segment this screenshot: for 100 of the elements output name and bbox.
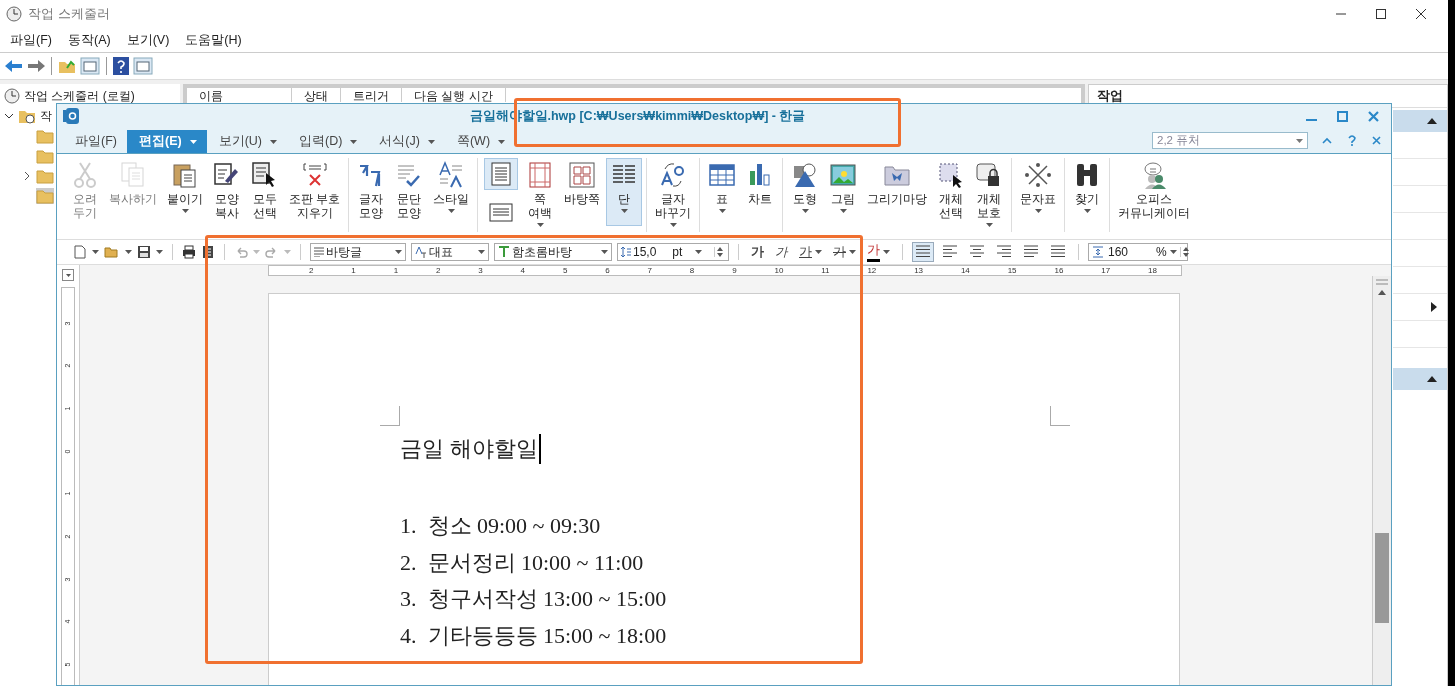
save-icon[interactable] — [137, 245, 151, 259]
format-button[interactable]: 가 — [748, 243, 767, 261]
spin-up-icon[interactable] — [1182, 247, 1189, 251]
help-icon[interactable] — [1348, 135, 1356, 146]
menu-tab[interactable]: 편집(E) — [126, 130, 207, 153]
menu-tab[interactable]: 파일(F) — [63, 130, 127, 153]
back-arrow-icon[interactable] — [5, 59, 23, 73]
copy-icon — [119, 161, 147, 189]
master-page-icon — [568, 161, 597, 189]
submenu-arrow-icon[interactable] — [1431, 302, 1437, 312]
ribbon-button[interactable]: 글자 모양 — [353, 158, 390, 226]
scroll-up-icon[interactable] — [1378, 290, 1386, 295]
ribbon-button[interactable]: 스타일 — [429, 158, 474, 226]
help-icon[interactable] — [113, 57, 129, 75]
format-button[interactable]: 가 — [864, 242, 893, 262]
spin-down-icon[interactable] — [717, 253, 723, 257]
ribbon-button[interactable]: 단 — [606, 158, 643, 226]
spin-up-icon[interactable] — [717, 247, 723, 251]
ribbon-button[interactable]: 그림 — [825, 158, 862, 226]
scissors-icon — [71, 161, 99, 189]
maximize-icon[interactable] — [1376, 9, 1386, 19]
ribbon-button[interactable]: 차트 — [742, 158, 779, 226]
collapse-icon[interactable] — [1427, 376, 1437, 382]
size-icon — [621, 246, 631, 258]
format-button[interactable]: 가 — [772, 243, 791, 261]
ribbon-button[interactable]: 개체 선택 — [933, 158, 970, 226]
column-header[interactable]: 트리거 — [341, 88, 402, 102]
symbol-icon — [1024, 161, 1053, 189]
chevron-down-icon[interactable] — [4, 111, 14, 121]
menu-item[interactable]: 도움말(H) — [185, 31, 242, 49]
vertical-scrollbar[interactable] — [1372, 276, 1391, 685]
align-button[interactable] — [912, 242, 934, 262]
clock-icon — [6, 6, 22, 22]
ruler-toggle-icon[interactable] — [62, 269, 74, 281]
style-dropdown[interactable]: 바탕글 — [310, 243, 406, 261]
spin-down-icon[interactable] — [1182, 253, 1189, 257]
caret-icon — [815, 250, 822, 254]
column-header[interactable]: 다음 실행 시간 — [402, 88, 506, 102]
list-item: 4. 기타등등등 15:00 ~ 18:00 — [400, 621, 668, 650]
caret-icon — [253, 250, 260, 254]
format-button[interactable]: 가 — [796, 243, 825, 261]
forward-arrow-icon[interactable] — [27, 59, 45, 73]
ribbon-button[interactable]: 조판 부호 지우기 — [285, 158, 345, 226]
ribbon-button[interactable]: 표 — [704, 158, 741, 226]
language-dropdown[interactable]: 대표 — [411, 243, 489, 261]
collapse-icon[interactable] — [1427, 118, 1437, 124]
document-heading: 금일 해야할일 — [400, 434, 541, 464]
corner-mark — [1050, 406, 1070, 426]
horizontal-ruler: 2 1 1 2 3 4 5 6 7 8 9 10 11 12 13 14 15 16 17 18 — [268, 265, 1182, 276]
menu-tab[interactable]: 입력(D) — [287, 130, 368, 153]
preview-icon[interactable] — [201, 245, 215, 259]
ribbon-button[interactable]: 바탕쪽 — [560, 158, 605, 226]
ribbon-button[interactable]: 쪽 여백 — [522, 158, 559, 226]
menu-item[interactable]: 파일(F) — [10, 31, 52, 49]
menu-item[interactable]: 동작(A) — [67, 31, 111, 49]
new-document-icon[interactable] — [73, 245, 87, 259]
clipboard-icon — [171, 161, 199, 189]
caret-icon — [536, 223, 544, 227]
ribbon-button[interactable]: 모두 선택 — [247, 158, 283, 226]
ribbon-button[interactable]: 문자표 — [1016, 158, 1061, 226]
ribbon-button[interactable]: 찾기 — [1069, 158, 1106, 226]
ribbon-button[interactable]: 글자 바꾸기 — [651, 158, 696, 226]
ribbon-button[interactable]: 문단 모양 — [391, 158, 428, 226]
ribbon-button[interactable]: 모양 복사 — [209, 158, 245, 226]
font-dropdown[interactable]: 함초롬바탕 — [494, 243, 612, 261]
section-header[interactable] — [1393, 110, 1447, 132]
caret-icon — [1169, 250, 1177, 254]
page-view-button[interactable] — [484, 158, 519, 190]
print-icon[interactable] — [182, 245, 196, 259]
menu-tab[interactable]: 보기(U) — [206, 130, 287, 153]
ribbon-button[interactable]: 오피스 커뮤니케이터 — [1114, 158, 1195, 226]
app-logo-icon — [63, 107, 79, 125]
menu-tab[interactable]: 서식(J) — [367, 130, 445, 153]
caret-icon — [1296, 138, 1303, 143]
ribbon-button[interactable]: 도형 — [787, 158, 824, 226]
align-icon — [997, 245, 1011, 259]
ribbon-button[interactable]: 개체 보호 — [971, 158, 1008, 226]
search-field[interactable]: 2,2 퓨처 — [1152, 132, 1308, 149]
tree-item[interactable]: 작업 스케줄러 (로컬) — [24, 87, 135, 105]
ribbon-button[interactable]: 붙이기 — [163, 158, 207, 226]
font-size-field[interactable]: 15,0 pt — [617, 243, 729, 261]
caret-icon — [839, 209, 847, 213]
tree-item[interactable]: 작 — [40, 107, 52, 125]
collapse-ribbon-icon[interactable] — [1322, 137, 1332, 144]
folder-up-icon[interactable] — [58, 58, 76, 74]
ribbon-button[interactable]: 그리기마당 — [863, 158, 932, 226]
menu-tab[interactable]: 쪽(W) — [444, 130, 516, 153]
chevron-right-icon[interactable] — [22, 171, 32, 181]
column-header[interactable]: 상태 — [292, 88, 341, 102]
font-icon — [498, 246, 510, 258]
scrollbar-thumb[interactable] — [1375, 533, 1389, 623]
close-icon[interactable] — [1416, 9, 1426, 19]
menu-item[interactable]: 보기(V) — [126, 31, 170, 49]
align-icon — [1024, 245, 1038, 259]
format-button[interactable]: 가 — [830, 243, 859, 261]
align-icon — [916, 245, 930, 259]
section-header[interactable] — [1393, 368, 1447, 390]
line-spacing-field[interactable]: 160 % — [1088, 243, 1188, 261]
column-header[interactable]: 이름 — [187, 88, 292, 102]
open-folder-icon[interactable] — [104, 245, 120, 259]
